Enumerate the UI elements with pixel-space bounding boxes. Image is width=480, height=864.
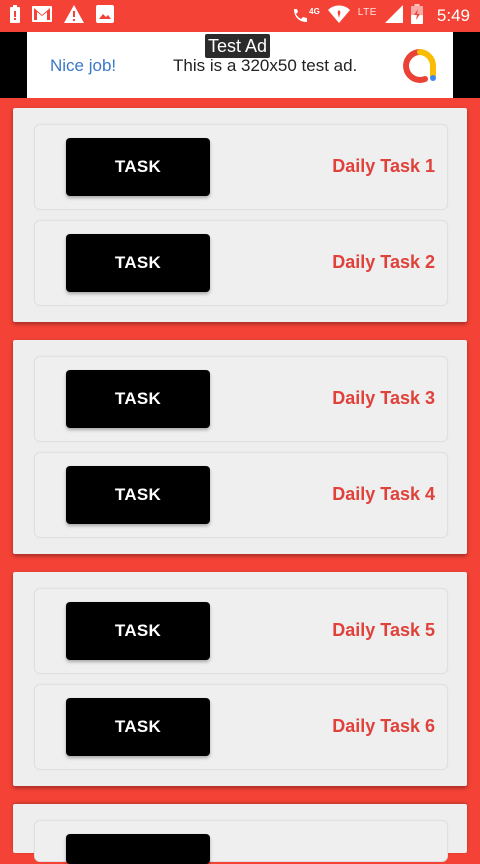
task-label: Daily Task 2 (332, 252, 435, 272)
task-label: Daily Task 5 (332, 620, 435, 640)
test-ad-label: Test Ad (205, 34, 271, 58)
wifi-calling-icon: 4G (291, 7, 320, 25)
warning-icon (64, 4, 84, 28)
task-label: Daily Task 3 (332, 388, 435, 408)
task-button[interactable]: TASK (66, 234, 210, 292)
task-button[interactable]: TASK (66, 466, 210, 524)
ad-main-text: This is a 320x50 test ad. (173, 56, 358, 75)
task-button[interactable] (66, 834, 210, 864)
task-card: TASK Daily Task 5 TASK Daily Task 6 (13, 572, 467, 786)
system-icons: 4G LTE 5:49 (291, 3, 470, 29)
task-row: TASK Daily Task 4 (34, 452, 448, 538)
gmail-icon (32, 5, 52, 27)
image-icon (96, 4, 114, 28)
status-bar: 4G LTE 5:49 (0, 0, 480, 32)
task-row: TASK Daily Task 5 (34, 588, 448, 674)
task-label: Daily Task 4 (332, 484, 435, 504)
task-row: TASK Daily Task 6 (34, 684, 448, 770)
task-button[interactable]: TASK (66, 370, 210, 428)
task-card (13, 804, 467, 864)
task-row (34, 820, 448, 864)
task-button[interactable]: TASK (66, 698, 210, 756)
ad-logo-icon (403, 49, 437, 83)
wifi-icon (327, 5, 350, 28)
task-card: TASK Daily Task 1 TASK Daily Task 2 (13, 108, 467, 322)
battery-icon (410, 3, 423, 29)
task-row: TASK Daily Task 3 (34, 356, 448, 442)
task-card: TASK Daily Task 3 TASK Daily Task 4 (13, 340, 467, 554)
task-button[interactable]: TASK (66, 602, 210, 660)
lte-label: LTE (357, 6, 377, 18)
task-label: Daily Task 6 (332, 716, 435, 736)
call-network-label: 4G (309, 7, 320, 16)
notification-icons (10, 4, 114, 28)
clock: 5:49 (436, 6, 470, 25)
task-row: TASK Daily Task 2 (34, 220, 448, 306)
ad-nice-text: Nice job! (50, 56, 117, 75)
signal-icon (384, 4, 403, 28)
task-label: Daily Task 1 (332, 156, 435, 176)
alert-icon (10, 4, 20, 28)
task-row: TASK Daily Task 1 (34, 124, 448, 210)
task-button[interactable]: TASK (66, 138, 210, 196)
